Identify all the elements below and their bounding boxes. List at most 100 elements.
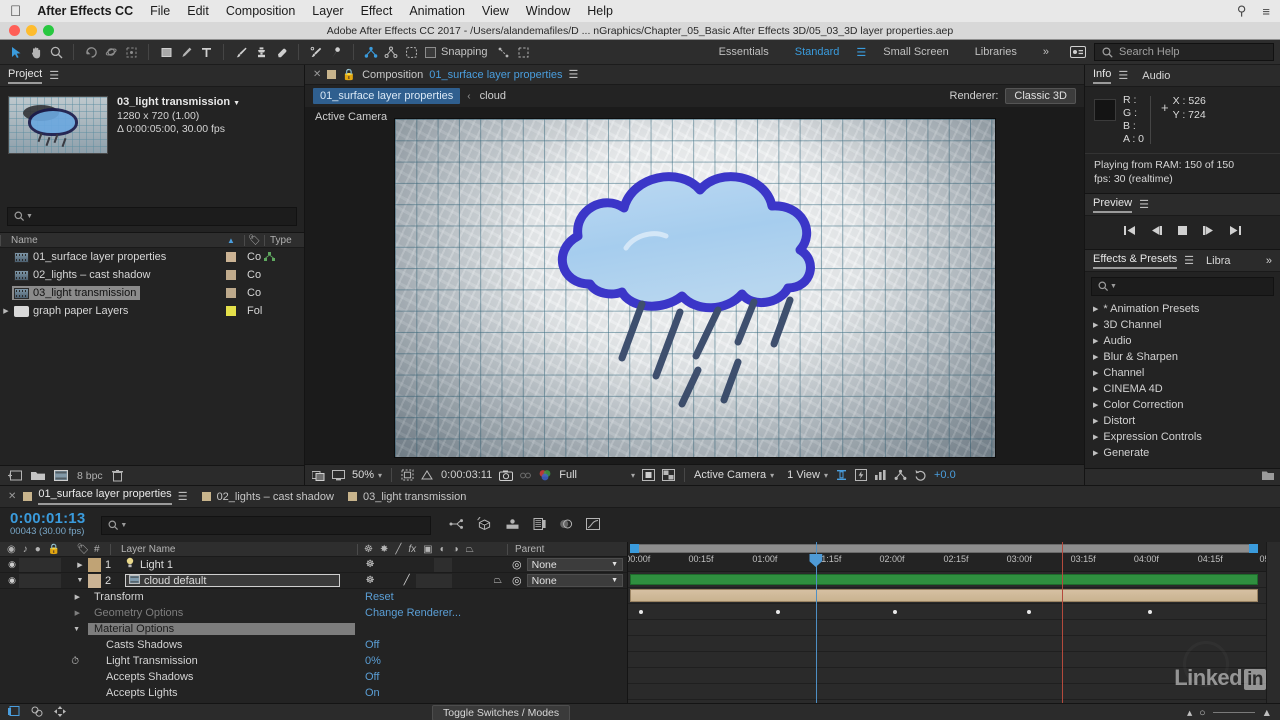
motion-blur-switch[interactable] [452, 574, 470, 588]
toggle-switches-icon[interactable] [31, 706, 43, 720]
work-area-start-handle[interactable] [630, 544, 639, 553]
timeline-tab-2[interactable]: 02_lights – cast shadow [201, 491, 348, 503]
keyframe-marker[interactable] [893, 610, 898, 614]
draft-3d-icon[interactable] [477, 516, 492, 533]
keyframe-marker[interactable] [639, 610, 644, 614]
anchor-switch[interactable]: ☸ [361, 574, 379, 588]
selected-comp-name[interactable]: 03_light transmission ▼ [117, 96, 240, 110]
layer-expand-arrow-icon[interactable]: ▼ [72, 577, 88, 584]
shape-tool-icon[interactable] [156, 43, 176, 62]
workspace-standard[interactable]: Standard [782, 46, 853, 58]
three-d-switch[interactable]: ⏢ [489, 574, 507, 588]
zoom-level-dropdown[interactable]: 50% ▾ [352, 469, 382, 481]
lock-toggle-cell[interactable] [47, 557, 61, 572]
video-toggle-icon[interactable]: ◉ [5, 558, 19, 572]
play-stop-button[interactable] [1177, 225, 1188, 239]
stopwatch-icon[interactable]: ⏱ [71, 656, 79, 667]
property-value[interactable]: 0% [355, 655, 627, 667]
lock-toggle-cell[interactable] [47, 573, 61, 588]
zoom-slider-thumb[interactable]: ○ [1199, 707, 1205, 719]
spotlight-search-icon[interactable]: ⚲ [1237, 3, 1247, 19]
new-folder-icon[interactable] [31, 470, 45, 481]
zoom-out-icon[interactable]: ▴ [1187, 707, 1192, 719]
layer-parent-cell[interactable]: ◎ None ▼ [507, 574, 627, 587]
always-preview-icon[interactable] [312, 470, 325, 481]
solo-toggle-cell[interactable] [33, 557, 47, 572]
project-thumbnail[interactable] [8, 96, 108, 154]
3d-renderer-icon[interactable] [894, 469, 907, 481]
info-panel-menu-icon[interactable]: ☰ [1118, 69, 1128, 82]
layer-name-cell[interactable]: Light 1 [121, 557, 357, 572]
grid-guides-icon[interactable] [421, 469, 434, 481]
pen-tool-icon[interactable] [176, 43, 196, 62]
lock-icon[interactable]: 🔒 [342, 68, 356, 81]
three-d-switch[interactable] [489, 558, 507, 572]
menu-file[interactable]: File [150, 4, 170, 18]
composition-mini-flowchart-icon[interactable] [449, 518, 464, 533]
preview-panel-menu-icon[interactable]: ☰ [1139, 198, 1149, 211]
property-value[interactable]: Change Renderer... [355, 607, 627, 619]
footage-icon[interactable] [54, 470, 68, 481]
composition-panel-menu-icon[interactable]: ☰ [569, 68, 579, 81]
transparency-grid-icon[interactable] [661, 469, 675, 481]
menu-composition[interactable]: Composition [226, 4, 295, 18]
effects-category-row[interactable]: ▶ Color Correction [1085, 397, 1280, 413]
close-timeline-tab-icon[interactable]: ✕ [8, 491, 16, 502]
exposure-value[interactable]: +0.0 [934, 469, 956, 481]
keyframe-marker[interactable] [1147, 610, 1152, 614]
tab-effects-presets[interactable]: Effects & Presets [1093, 253, 1178, 269]
expand-collapse-icon[interactable] [54, 705, 66, 720]
motion-blur-icon[interactable] [559, 518, 573, 533]
tab-project[interactable]: Project [8, 68, 43, 84]
menu-window[interactable]: Window [526, 4, 570, 18]
search-help-field[interactable]: Search Help [1094, 43, 1274, 61]
zoom-slider-track[interactable] [1212, 712, 1255, 713]
close-tab-icon[interactable]: ✕ [313, 69, 321, 80]
orbit-camera-tool-icon[interactable] [101, 43, 121, 62]
comp-flowchart-icon[interactable] [8, 705, 20, 720]
tab-audio[interactable]: Audio [1142, 70, 1170, 82]
effects-search-input[interactable]: ▼ [1091, 277, 1274, 296]
rotation-tool-icon[interactable] [81, 43, 101, 62]
timeline-property-row[interactable]: ▶ Transform Reset [0, 589, 627, 605]
zoom-in-icon[interactable]: ▲ [1262, 707, 1272, 719]
renderer-button[interactable]: Classic 3D [1005, 88, 1076, 104]
layer-av-switches[interactable]: ◉ [0, 573, 72, 588]
track-row-accepts-lights[interactable] [628, 700, 1280, 703]
clone-stamp-tool-icon[interactable] [251, 43, 271, 62]
fast-previews-icon[interactable] [854, 469, 867, 481]
audio-toggle-cell[interactable] [19, 573, 33, 588]
expand-arrow-icon[interactable]: ▶ [0, 307, 12, 315]
audio-toggle-cell[interactable] [19, 557, 33, 572]
timeline-zoom-control[interactable]: ▴ ○ ▲ [1187, 707, 1272, 719]
effects-category-row[interactable]: ▶ Expression Controls [1085, 429, 1280, 445]
track-row-cloud[interactable] [628, 588, 1280, 604]
pickwhip-icon[interactable]: ◎ [512, 574, 522, 587]
brush-tool-icon[interactable] [231, 43, 251, 62]
zoom-tool-icon[interactable] [46, 43, 66, 62]
column-header-name[interactable]: Name [0, 234, 218, 246]
track-row-casts-shadows[interactable] [628, 652, 1280, 668]
snapshot-camera-icon[interactable] [499, 470, 514, 481]
label-column-icon[interactable]: 🏷 [244, 234, 264, 246]
menu-edit[interactable]: Edit [187, 4, 209, 18]
timeline-track-pane[interactable]: 00:00f 00:15f 01:00f 01:15f 02:00f 02:15… [628, 542, 1280, 703]
menu-after-effects-cc[interactable]: After Effects CC [37, 4, 133, 18]
quality-switch[interactable]: ╱ [398, 574, 416, 588]
layer-expand-arrow-icon[interactable]: ▶ [72, 561, 88, 569]
effects-category-row[interactable]: ▶ Blur & Sharpen [1085, 349, 1280, 365]
current-time-display[interactable]: 0:00:01:13 00043 (30.00 fps) [10, 511, 85, 538]
camera-view-dropdown[interactable]: Active Camera ▾ [694, 469, 774, 481]
property-value[interactable]: Reset [355, 591, 627, 603]
previous-frame-button[interactable] [1150, 225, 1163, 239]
menu-effect[interactable]: Effect [361, 4, 393, 18]
layer-name-edit-field[interactable]: cloud default [125, 574, 340, 587]
composition-viewport[interactable]: Active Camera [305, 107, 1084, 464]
snapping-toggle[interactable]: Snapping [425, 46, 488, 58]
track-row-transform[interactable] [628, 604, 1280, 620]
sort-arrow-icon[interactable]: ▲ [218, 236, 244, 245]
video-toggle-icon[interactable]: ◉ [5, 574, 19, 588]
menu-view[interactable]: View [482, 4, 509, 18]
parent-dropdown[interactable]: None ▼ [526, 558, 623, 571]
apple-logo-icon[interactable]:  [10, 4, 21, 19]
